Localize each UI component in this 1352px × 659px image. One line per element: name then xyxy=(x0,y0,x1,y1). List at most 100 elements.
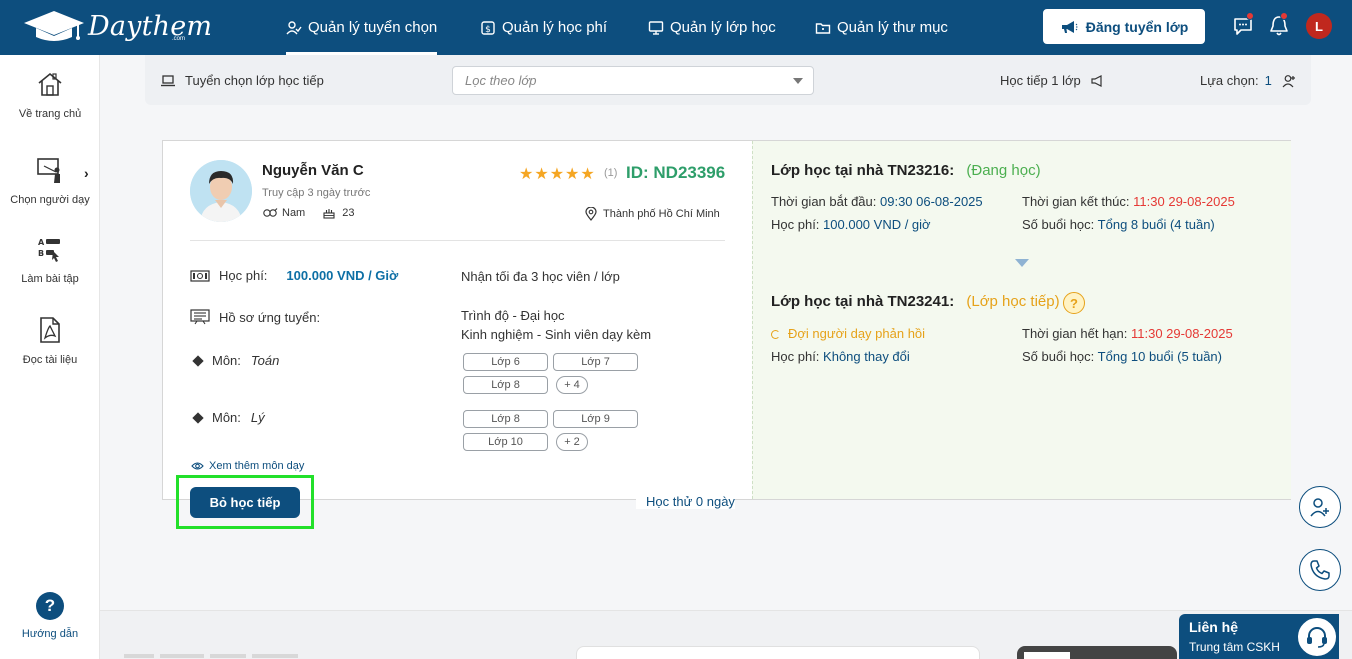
expire-value: 11:30 29-08-2025 xyxy=(1131,326,1233,341)
tutor-card: Nguyễn Văn C Truy cập 3 ngày trước Nam 2… xyxy=(162,140,1291,509)
post-class-button[interactable]: Đăng tuyển lớp xyxy=(1043,9,1205,44)
add-user-icon xyxy=(1282,74,1295,87)
tutor-name[interactable]: Nguyễn Văn C xyxy=(262,162,364,179)
tutor-location-label: Thành phố Hồ Chí Minh xyxy=(603,208,720,220)
nav-fee-management[interactable]: $ Quản lý học phí xyxy=(480,0,607,55)
next-class-name: Lớp học tại nhà TN23241: xyxy=(771,293,955,310)
next-class-waiting: Đợi người dạy phản hồi xyxy=(771,326,925,341)
fee-value: Không thay đổi xyxy=(823,349,910,364)
profile-label: Hồ sơ ứng tuyển: xyxy=(219,309,321,325)
contact-subtitle: Trung tâm CSKH xyxy=(1189,640,1280,654)
grade-chip: Lớp 8 xyxy=(463,376,548,394)
notification-button[interactable] xyxy=(1268,12,1294,40)
start-value: 09:30 06-08-2025 xyxy=(880,194,983,209)
call-float-button[interactable] xyxy=(1299,549,1341,591)
users-select-icon xyxy=(286,20,302,36)
post-class-label: Đăng tuyển lớp xyxy=(1085,18,1189,35)
grade-chip: Lớp 9 xyxy=(553,410,638,428)
filter-title-label: Tuyển chọn lớp học tiếp xyxy=(185,73,324,88)
teacher-board-icon xyxy=(36,156,64,184)
help-icon: ? xyxy=(36,592,64,620)
max-students: Nhận tối đa 3 học viên / lớp xyxy=(461,269,620,284)
more-grades-chip[interactable]: + 2 xyxy=(556,433,588,451)
current-class-end: Thời gian kết thúc: 11:30 29-08-2025 xyxy=(1022,194,1235,209)
tutor-id: ID: ND23396 xyxy=(626,163,726,182)
more-subjects-label: Xem thêm môn dạy xyxy=(209,460,305,472)
help-label: Hướng dẫn xyxy=(21,628,79,640)
sessions-label: Số buổi học: xyxy=(1022,217,1095,232)
sidebar-expand-chevron-icon[interactable]: › xyxy=(84,165,89,181)
subject-row-math: Môn: Toán xyxy=(190,353,279,368)
sidebar-item-documents[interactable]: Đọc tài liệu xyxy=(0,316,100,366)
grade-chip: Lớp 6 xyxy=(463,353,548,371)
subject-name: Toán xyxy=(250,353,280,368)
next-class-sessions: Số buổi học: Tổng 10 buổi (5 tuần) xyxy=(1022,349,1222,364)
filter-bar: Tuyển chọn lớp học tiếp Lọc theo lớp Học… xyxy=(145,55,1311,105)
sidebar-item-exercises[interactable]: AB Làm bài tập xyxy=(0,235,100,285)
nav-folder-management[interactable]: Quản lý thư mục xyxy=(815,0,948,55)
eye-icon xyxy=(191,462,204,470)
contact-title: Liên hệ xyxy=(1189,619,1239,635)
trial-days-label: Học thử 0 ngày xyxy=(636,494,735,509)
current-class-name: Lớp học tại nhà TN23216: xyxy=(771,162,955,179)
footer-panel xyxy=(576,646,980,659)
subject-name: Lý xyxy=(250,410,265,425)
sidebar-item-label: Làm bài tập xyxy=(21,273,79,285)
sidebar-item-choose-teacher[interactable]: Chọn người dạy xyxy=(0,156,100,206)
sidebar-item-home[interactable]: Về trang chủ xyxy=(0,70,100,120)
class-filter-select[interactable]: Lọc theo lớp xyxy=(452,66,814,95)
chat-button[interactable] xyxy=(1231,12,1257,40)
current-class-fee: Học phí: 100.000 VND / giờ xyxy=(771,217,931,232)
daythem-logo[interactable]: Daythem .com xyxy=(22,9,212,45)
start-label: Thời gian bắt đầu: xyxy=(771,194,877,209)
arrow-down-icon xyxy=(1015,259,1029,267)
svg-text:$: $ xyxy=(485,25,491,35)
fee-label: Học phí: xyxy=(219,268,268,283)
next-class-title: Lớp học tại nhà TN23241: (Lớp học tiếp) xyxy=(771,293,1060,310)
user-avatar[interactable]: L xyxy=(1306,13,1332,39)
choice-count[interactable]: Lựa chọn: 1 xyxy=(1200,73,1296,88)
rating-stars: ★★★★★ xyxy=(519,164,596,184)
add-user-icon xyxy=(1310,498,1329,517)
current-class-status: (Đang học) xyxy=(966,162,1041,179)
diamond-bullet-icon xyxy=(192,411,204,424)
contact-widget[interactable]: Liên hệ Trung tâm CSKH xyxy=(1179,614,1339,659)
stop-continue-button[interactable]: Bỏ học tiếp xyxy=(190,487,300,518)
tutor-age: 23 xyxy=(342,207,355,219)
subject-label: Môn: xyxy=(212,410,241,425)
grade-chip: Lớp 10 xyxy=(463,433,548,451)
sidebar-item-help[interactable]: ? Hướng dẫn xyxy=(0,592,100,640)
continue-count[interactable]: Học tiếp 1 lớp xyxy=(1000,73,1103,88)
nav-selection-management[interactable]: Quản lý tuyển chọn xyxy=(286,0,438,55)
question-icon[interactable]: ? xyxy=(1063,292,1085,314)
nav-label: Quản lý lớp học xyxy=(670,19,776,36)
brand-sub: .com xyxy=(172,36,186,42)
review-count: (1) xyxy=(604,167,618,179)
loading-spinner-icon xyxy=(771,330,780,339)
class-info-panel: Lớp học tại nhà TN23216: (Đang học) Thời… xyxy=(752,141,1291,499)
sessions-value: Tổng 10 buổi (5 tuần) xyxy=(1097,349,1222,364)
laptop-icon xyxy=(161,74,175,86)
fee-value: 100.000 VND / Giờ xyxy=(286,268,399,283)
gender-icon xyxy=(263,208,278,217)
more-subjects-link[interactable]: Xem thêm môn dạy xyxy=(191,460,304,472)
waiting-label: Đợi người dạy phản hồi xyxy=(788,326,926,341)
nav-class-management[interactable]: Quản lý lớp học xyxy=(648,0,776,55)
sidebar-item-label: Chọn người dạy xyxy=(10,194,90,206)
grade-chip: Lớp 8 xyxy=(463,410,548,428)
sidebar-item-label: Đọc tài liệu xyxy=(22,354,78,366)
tutor-photo xyxy=(190,160,252,222)
chat-unread-dot xyxy=(1246,12,1254,20)
grade-chip: Lớp 7 xyxy=(553,353,638,371)
sessions-label: Số buổi học: xyxy=(1022,349,1095,364)
add-user-float-button[interactable] xyxy=(1299,486,1341,528)
expire-label: Thời gian hết hạn: xyxy=(1022,326,1128,341)
home-icon xyxy=(36,70,64,98)
current-class-title: Lớp học tại nhà TN23216: (Đang học) xyxy=(771,162,1041,179)
tutor-experience: Kinh nghiệm - Sinh viên dạy kèm xyxy=(461,327,652,342)
nav-label: Quản lý học phí xyxy=(502,19,608,36)
notification-unread-dot xyxy=(1280,12,1288,20)
fee-row: Học phí: 100.000 VND / Giờ xyxy=(190,268,398,283)
birthday-cake-icon xyxy=(323,209,335,219)
more-grades-chip[interactable]: + 4 xyxy=(556,376,588,394)
